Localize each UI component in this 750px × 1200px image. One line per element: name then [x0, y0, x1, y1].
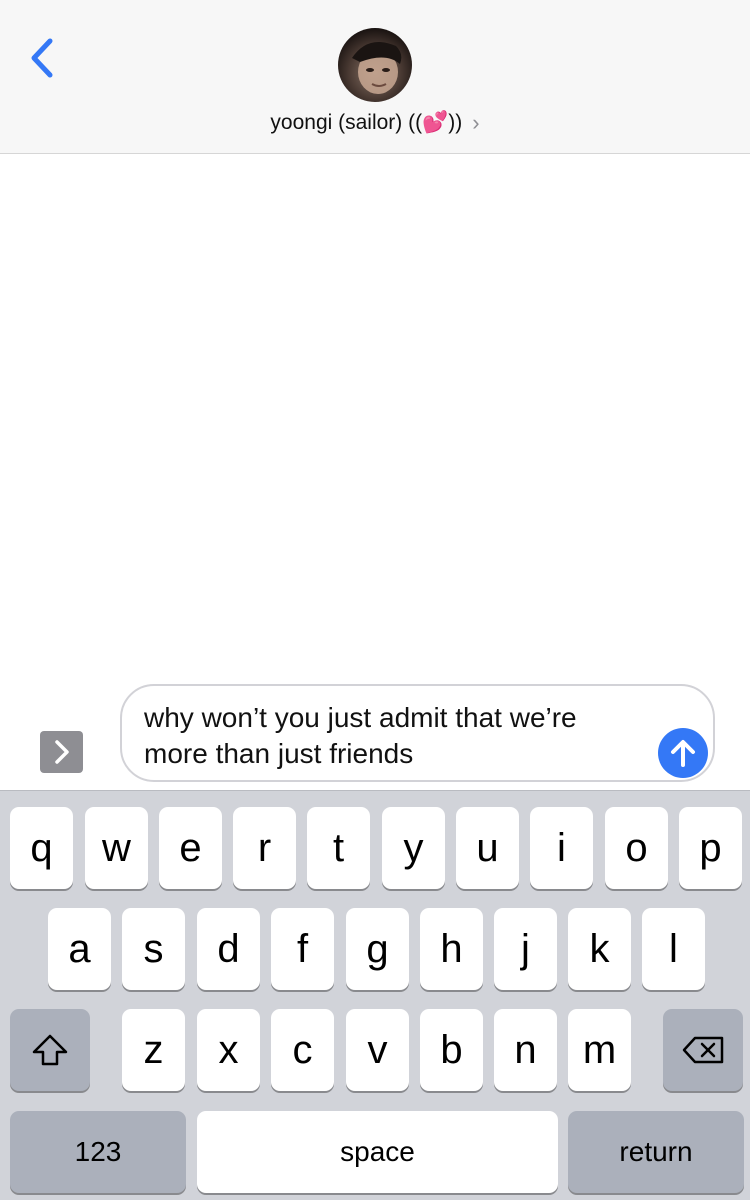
key-b[interactable]: b — [420, 1009, 483, 1091]
key-r[interactable]: r — [233, 807, 296, 889]
arrow-up-icon — [671, 740, 695, 767]
key-q[interactable]: q — [10, 807, 73, 889]
shift-icon — [32, 1034, 68, 1066]
contact-name: yoongi (sailor) ((💕)) — [270, 111, 463, 134]
key-f[interactable]: f — [271, 908, 334, 990]
key-m[interactable]: m — [568, 1009, 631, 1091]
backspace-icon — [682, 1036, 724, 1064]
back-button[interactable] — [22, 32, 62, 84]
keyboard: q w e r t y u i o p a s d f g h j k l z … — [0, 790, 750, 1200]
key-c[interactable]: c — [271, 1009, 334, 1091]
key-a[interactable]: a — [48, 908, 111, 990]
key-u[interactable]: u — [456, 807, 519, 889]
key-v[interactable]: v — [346, 1009, 409, 1091]
numbers-key[interactable]: 123 — [10, 1111, 186, 1193]
return-key[interactable]: return — [568, 1111, 744, 1193]
avatar-photo — [352, 42, 402, 94]
key-g[interactable]: g — [346, 908, 409, 990]
key-j[interactable]: j — [494, 908, 557, 990]
key-d[interactable]: d — [197, 908, 260, 990]
key-w[interactable]: w — [85, 807, 148, 889]
key-x[interactable]: x — [197, 1009, 260, 1091]
key-y[interactable]: y — [382, 807, 445, 889]
avatar[interactable] — [338, 28, 412, 102]
key-n[interactable]: n — [494, 1009, 557, 1091]
delete-key[interactable] — [663, 1009, 743, 1091]
chevron-right-icon: › — [472, 110, 480, 135]
key-p[interactable]: p — [679, 807, 742, 889]
send-button[interactable] — [658, 728, 708, 778]
shift-key[interactable] — [10, 1009, 90, 1091]
chevron-right-icon — [54, 740, 69, 764]
key-t[interactable]: t — [307, 807, 370, 889]
key-e[interactable]: e — [159, 807, 222, 889]
chevron-left-icon — [31, 38, 53, 78]
message-input[interactable]: why won’t you just admit that we’re more… — [120, 684, 715, 782]
key-o[interactable]: o — [605, 807, 668, 889]
key-h[interactable]: h — [420, 908, 483, 990]
message-text: why won’t you just admit that we’re more… — [144, 702, 577, 769]
conversation-header: yoongi (sailor) ((💕)) › — [0, 0, 750, 154]
contact-name-button[interactable]: yoongi (sailor) ((💕)) › — [0, 108, 750, 138]
key-i[interactable]: i — [530, 807, 593, 889]
key-z[interactable]: z — [122, 1009, 185, 1091]
key-s[interactable]: s — [122, 908, 185, 990]
key-l[interactable]: l — [642, 908, 705, 990]
key-k[interactable]: k — [568, 908, 631, 990]
apps-toggle-button[interactable] — [40, 731, 83, 773]
space-key[interactable]: space — [197, 1111, 558, 1193]
